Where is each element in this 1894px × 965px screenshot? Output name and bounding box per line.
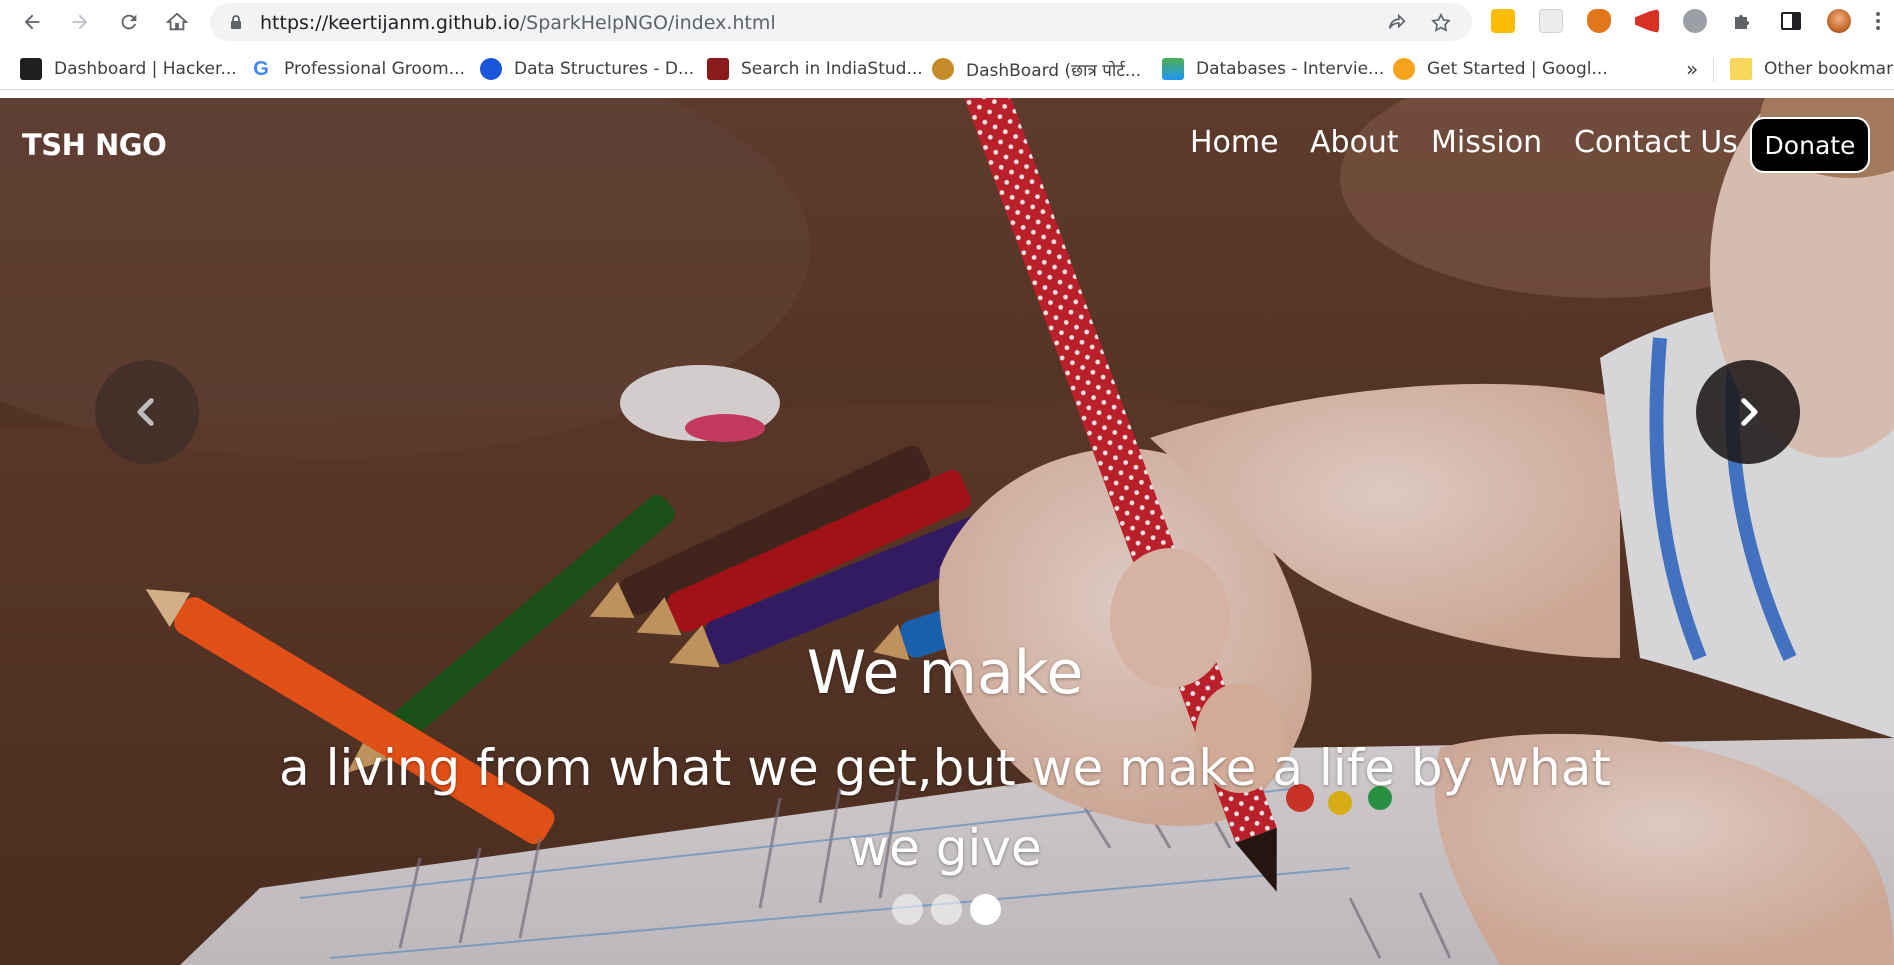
other-bookmarks-folder[interactable]: Other bookmarks xyxy=(1730,56,1894,82)
bookmark-item[interactable]: Search in IndiaStud... xyxy=(707,56,923,82)
bookmark-label: Professional Groom... xyxy=(284,59,465,79)
carousel-indicator-1[interactable] xyxy=(892,894,923,925)
bookmark-label: Databases - Intervie... xyxy=(1196,59,1385,79)
book-icon xyxy=(707,58,729,80)
carousel-heading: We make xyxy=(806,638,1084,708)
url-host: https://keertijanm.github.io xyxy=(260,12,520,34)
bookmark-label: Get Started | Googl... xyxy=(1427,59,1608,79)
reload-button[interactable] xyxy=(113,6,145,38)
puzzle-icon[interactable] xyxy=(1731,9,1755,33)
home-button[interactable] xyxy=(161,6,193,38)
chevron-right-icon xyxy=(1741,398,1758,426)
other-bookmarks-label: Other bookmarks xyxy=(1764,59,1894,79)
site-logo[interactable]: TSH NGO xyxy=(22,128,167,162)
google-g-icon: G xyxy=(253,58,269,80)
profile-avatar[interactable] xyxy=(1827,9,1851,33)
nav-link-about[interactable]: About xyxy=(1310,125,1399,160)
bookmark-item[interactable]: Data Structures - D... xyxy=(480,56,694,82)
carousel-next-button[interactable] xyxy=(1696,360,1800,464)
extension-grid-icon[interactable] xyxy=(1539,9,1563,33)
carousel-indicators xyxy=(892,894,1001,925)
browser-toolbar: https://keertijanm.github.io/SparkHelpNG… xyxy=(0,0,1894,44)
url-text[interactable]: https://keertijanm.github.io/SparkHelpNG… xyxy=(260,12,776,34)
bookmarks-overflow-button[interactable]: » xyxy=(1686,56,1698,82)
forward-arrow-icon xyxy=(72,14,88,30)
url-path: /SparkHelpNGO/index.html xyxy=(519,12,776,34)
carousel-prev-button[interactable] xyxy=(95,360,199,464)
bookmarks-bar: Dashboard | Hacker... G Professional Gro… xyxy=(0,48,1894,90)
bookmark-label: Data Structures - D... xyxy=(514,59,695,79)
bookmark-item[interactable]: G Professional Groom... xyxy=(250,56,465,82)
side-panel-icon[interactable] xyxy=(1779,9,1803,33)
bookmark-label: DashBoard (छात्र पोर्ट... xyxy=(966,60,1142,81)
bookmark-item[interactable]: Databases - Intervie... xyxy=(1162,56,1384,82)
megaphone-icon[interactable] xyxy=(1635,9,1659,33)
donate-button[interactable]: Donate xyxy=(1750,117,1870,173)
bookmark-item[interactable]: DashBoard (छात्र पोर्ट... xyxy=(932,56,1141,82)
bookmark-item[interactable]: Get Started | Googl... xyxy=(1393,56,1608,82)
address-bar[interactable]: https://keertijanm.github.io/SparkHelpNG… xyxy=(210,3,1472,41)
reload-icon xyxy=(121,14,137,30)
carousel-indicator-3[interactable] xyxy=(970,894,1001,925)
carousel-subheading: a living from what we get,but we make a … xyxy=(279,739,1611,877)
back-arrow-icon xyxy=(24,14,40,30)
chevron-left-icon xyxy=(137,398,154,426)
carousel-indicator-2[interactable] xyxy=(931,894,962,925)
bookmarks-divider xyxy=(1713,58,1714,82)
home-icon xyxy=(166,12,188,31)
gear-badge-icon xyxy=(1393,58,1415,80)
bookmark-label: Dashboard | Hacker... xyxy=(54,59,237,79)
overflow-chevron: » xyxy=(1686,57,1699,81)
bookmark-star-icon[interactable] xyxy=(1430,12,1452,34)
keep-icon[interactable] xyxy=(1491,9,1515,33)
page-viewport: TSH NGO Home About Mission Contact Us Do… xyxy=(0,98,1894,965)
lock-icon xyxy=(231,15,241,29)
hackerrank-icon xyxy=(20,58,42,80)
nav-link-home[interactable]: Home xyxy=(1190,125,1279,160)
stack-icon xyxy=(1162,58,1184,80)
folder-icon xyxy=(1730,58,1752,80)
forward-button[interactable] xyxy=(64,6,96,38)
bug-icon[interactable] xyxy=(1683,9,1707,33)
emblem-icon xyxy=(932,58,954,80)
share-icon[interactable] xyxy=(1386,12,1408,34)
nav-link-mission[interactable]: Mission xyxy=(1431,125,1542,160)
bookmark-item[interactable]: Dashboard | Hacker... xyxy=(20,56,237,82)
bookmark-label: Search in IndiaStud... xyxy=(741,59,923,79)
back-button[interactable] xyxy=(16,6,48,38)
kebab-menu-icon[interactable] xyxy=(1872,9,1884,33)
codechef-c-icon xyxy=(480,58,502,80)
metamask-icon[interactable] xyxy=(1587,9,1611,33)
nav-link-contact[interactable]: Contact Us xyxy=(1574,125,1738,160)
